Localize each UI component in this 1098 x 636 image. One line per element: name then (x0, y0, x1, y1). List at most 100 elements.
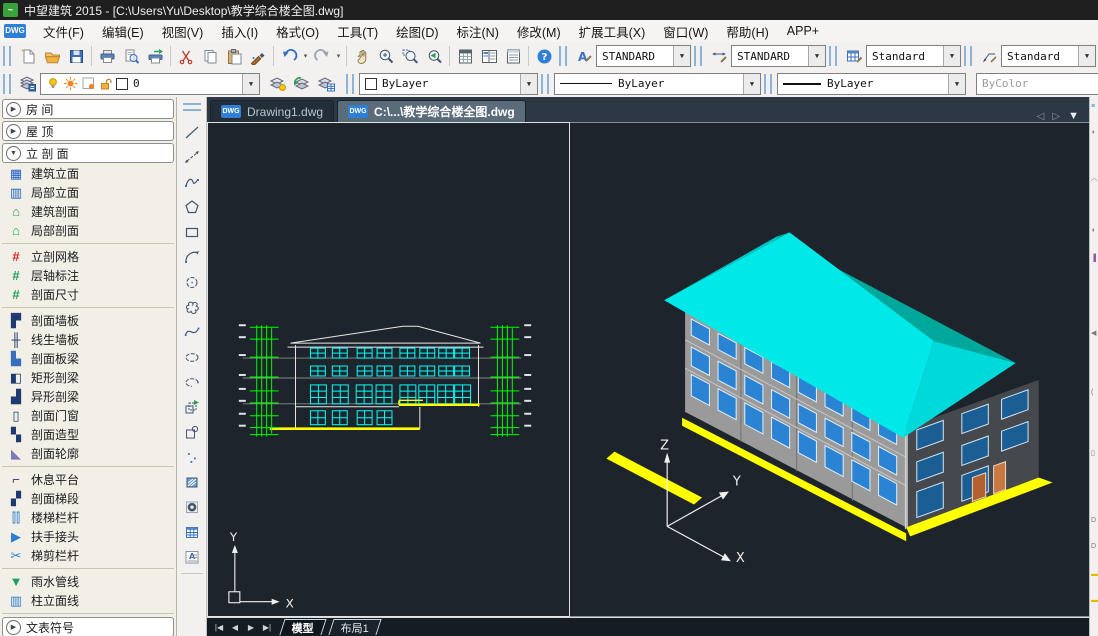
lineweight-combo[interactable]: ByLayer ▼ (777, 73, 966, 95)
polygon-icon[interactable] (179, 194, 204, 219)
sidebar-item-building-elevation[interactable]: ▦建筑立面 (0, 164, 176, 183)
menu-tools[interactable]: 工具(T) (328, 22, 387, 41)
toolbar-grip[interactable] (694, 46, 702, 66)
zoom-previous-icon[interactable] (422, 45, 446, 67)
menu-modify[interactable]: 修改(M) (508, 22, 570, 41)
construction-line-icon[interactable] (179, 144, 204, 169)
sidebar-group-room[interactable]: ▶ 房 间 (2, 99, 174, 119)
revision-cloud-icon[interactable] (179, 294, 204, 319)
print-preview-icon[interactable] (119, 45, 143, 67)
expand-right-icon[interactable]: ▶ (6, 124, 21, 139)
toolbar-grip[interactable] (183, 103, 201, 111)
mtext-icon[interactable]: A (179, 544, 204, 569)
cut-icon[interactable] (174, 45, 198, 67)
pan-icon[interactable] (350, 45, 374, 67)
layer-states-icon[interactable] (266, 73, 290, 95)
sidebar-group-elevation-section[interactable]: ▼ 立 剖 面 (2, 143, 174, 163)
mleader-style-combo[interactable]: Standard ▼ (1001, 45, 1096, 67)
tab-list-dropdown-icon[interactable]: ▼ (1068, 110, 1079, 122)
sidebar-item-stair-cut-railing[interactable]: ✂梯剪栏杆 (0, 546, 176, 565)
layer-thaw-icon[interactable] (63, 76, 78, 91)
sidebar-item-shaped-section-beam[interactable]: ▟异形剖梁 (0, 387, 176, 406)
sidebar-item-partial-elevation[interactable]: ▥局部立面 (0, 183, 176, 202)
insert-block-icon[interactable] (179, 394, 204, 419)
dim-style-combo[interactable]: STANDARD ▼ (731, 45, 826, 67)
sidebar-item-section-door-window[interactable]: ▯剖面门窗 (0, 406, 176, 425)
ellipse-icon[interactable] (179, 344, 204, 369)
table-icon[interactable] (179, 519, 204, 544)
document-tab-drawing1[interactable]: DWG Drawing1.dwg (210, 100, 334, 122)
layer-properties-icon[interactable] (16, 73, 40, 95)
dwg-document-icon[interactable]: DWG (4, 24, 26, 38)
table-style-combo[interactable]: Standard ▼ (866, 45, 961, 67)
ellipse-arc-icon[interactable] (179, 369, 204, 394)
toolbar-grip[interactable] (764, 74, 772, 94)
menu-dimension[interactable]: 标注(N) (448, 22, 508, 41)
previous-layout-icon[interactable]: ◀ (227, 623, 243, 632)
sidebar-item-stair-railing[interactable]: ⫿⫿楼梯栏杆 (0, 508, 176, 527)
color-combo[interactable]: ByLayer ▼ (359, 73, 538, 95)
menu-draw[interactable]: 绘图(D) (387, 22, 447, 41)
rectangle-icon[interactable] (179, 219, 204, 244)
document-tab-active[interactable]: DWG C:\...\教学综合楼全图.dwg (337, 100, 526, 122)
point-icon[interactable] (179, 444, 204, 469)
zoom-realtime-icon[interactable] (374, 45, 398, 67)
sidebar-item-building-section[interactable]: ⌂建筑剖面 (0, 202, 176, 221)
paste-icon[interactable] (222, 45, 246, 67)
layer-combo[interactable]: 0 ▼ (40, 73, 260, 95)
chevron-down-icon[interactable]: ▼ (1078, 46, 1095, 66)
first-layout-icon[interactable]: |◀ (211, 623, 227, 632)
make-block-icon[interactable] (179, 419, 204, 444)
circle-icon[interactable] (179, 269, 204, 294)
model-space[interactable]: Y X (207, 122, 1089, 617)
sidebar-item-rainwater-pipe[interactable]: ▼雨水管线 (0, 572, 176, 591)
redo-icon[interactable] (310, 45, 334, 67)
sidebar-item-section-slab-beam[interactable]: ▙剖面板梁 (0, 349, 176, 368)
undo-icon[interactable] (277, 45, 301, 67)
text-style-combo[interactable]: STANDARD ▼ (596, 45, 691, 67)
menu-help[interactable]: 帮助(H) (717, 22, 777, 41)
expand-right-icon[interactable]: ▶ (6, 620, 21, 635)
tab-model[interactable]: 模型 (279, 619, 326, 635)
menu-file[interactable]: 文件(F) (34, 22, 93, 41)
dim-style-icon[interactable] (707, 45, 731, 67)
sidebar-item-handrail-joint[interactable]: ▶扶手接头 (0, 527, 176, 546)
toolbar-grip[interactable] (346, 74, 354, 94)
menu-edit[interactable]: 编辑(E) (93, 22, 153, 41)
chevron-down-icon[interactable]: ▼ (808, 46, 825, 66)
sidebar-group-text-table-symbols[interactable]: ▶ 文表符号 (2, 617, 174, 636)
toolbar-grip[interactable] (964, 46, 972, 66)
list-view-icon[interactable] (501, 45, 525, 67)
chevron-down-icon[interactable]: ▼ (673, 46, 690, 66)
toolbar-grip[interactable] (541, 74, 549, 94)
toolbar-grip[interactable] (3, 74, 11, 94)
viewport-2d-elevation[interactable]: Y X (207, 122, 570, 617)
layer-unlock-icon[interactable] (99, 76, 113, 91)
menu-app-plus[interactable]: APP+ (778, 24, 828, 38)
next-layout-icon[interactable]: ▶ (243, 623, 259, 632)
plot-icon[interactable] (143, 45, 167, 67)
sidebar-item-floor-axis-annotation[interactable]: #层轴标注 (0, 266, 176, 285)
new-icon[interactable] (16, 45, 40, 67)
chevron-down-icon[interactable]: ▼ (743, 74, 760, 94)
chevron-down-icon[interactable]: ▼ (520, 74, 537, 94)
layer-color-swatch[interactable] (116, 78, 128, 90)
text-style-icon[interactable]: A (572, 45, 596, 67)
layer-vp-freeze-icon[interactable] (81, 76, 96, 91)
donut-icon[interactable] (179, 494, 204, 519)
properties-palette-icon[interactable] (477, 45, 501, 67)
menu-view[interactable]: 视图(V) (153, 22, 213, 41)
menu-insert[interactable]: 插入(I) (212, 22, 267, 41)
collapse-down-icon[interactable]: ▼ (6, 146, 21, 161)
sidebar-group-roof[interactable]: ▶ 屋 顶 (2, 121, 174, 141)
sidebar-item-rect-section-beam[interactable]: ◧矩形剖梁 (0, 368, 176, 387)
previous-layer-icon[interactable] (290, 73, 314, 95)
last-layout-icon[interactable]: ▶| (259, 623, 275, 632)
mleader-style-icon[interactable] (977, 45, 1001, 67)
sidebar-item-rest-platform[interactable]: ⌐休息平台 (0, 470, 176, 489)
undo-dropdown-icon[interactable]: ▾ (301, 52, 310, 60)
sidebar-item-column-elevation-line[interactable]: ▥柱立面线 (0, 591, 176, 610)
arc-icon[interactable] (179, 244, 204, 269)
spline-icon[interactable] (179, 319, 204, 344)
polyline-icon[interactable] (179, 169, 204, 194)
